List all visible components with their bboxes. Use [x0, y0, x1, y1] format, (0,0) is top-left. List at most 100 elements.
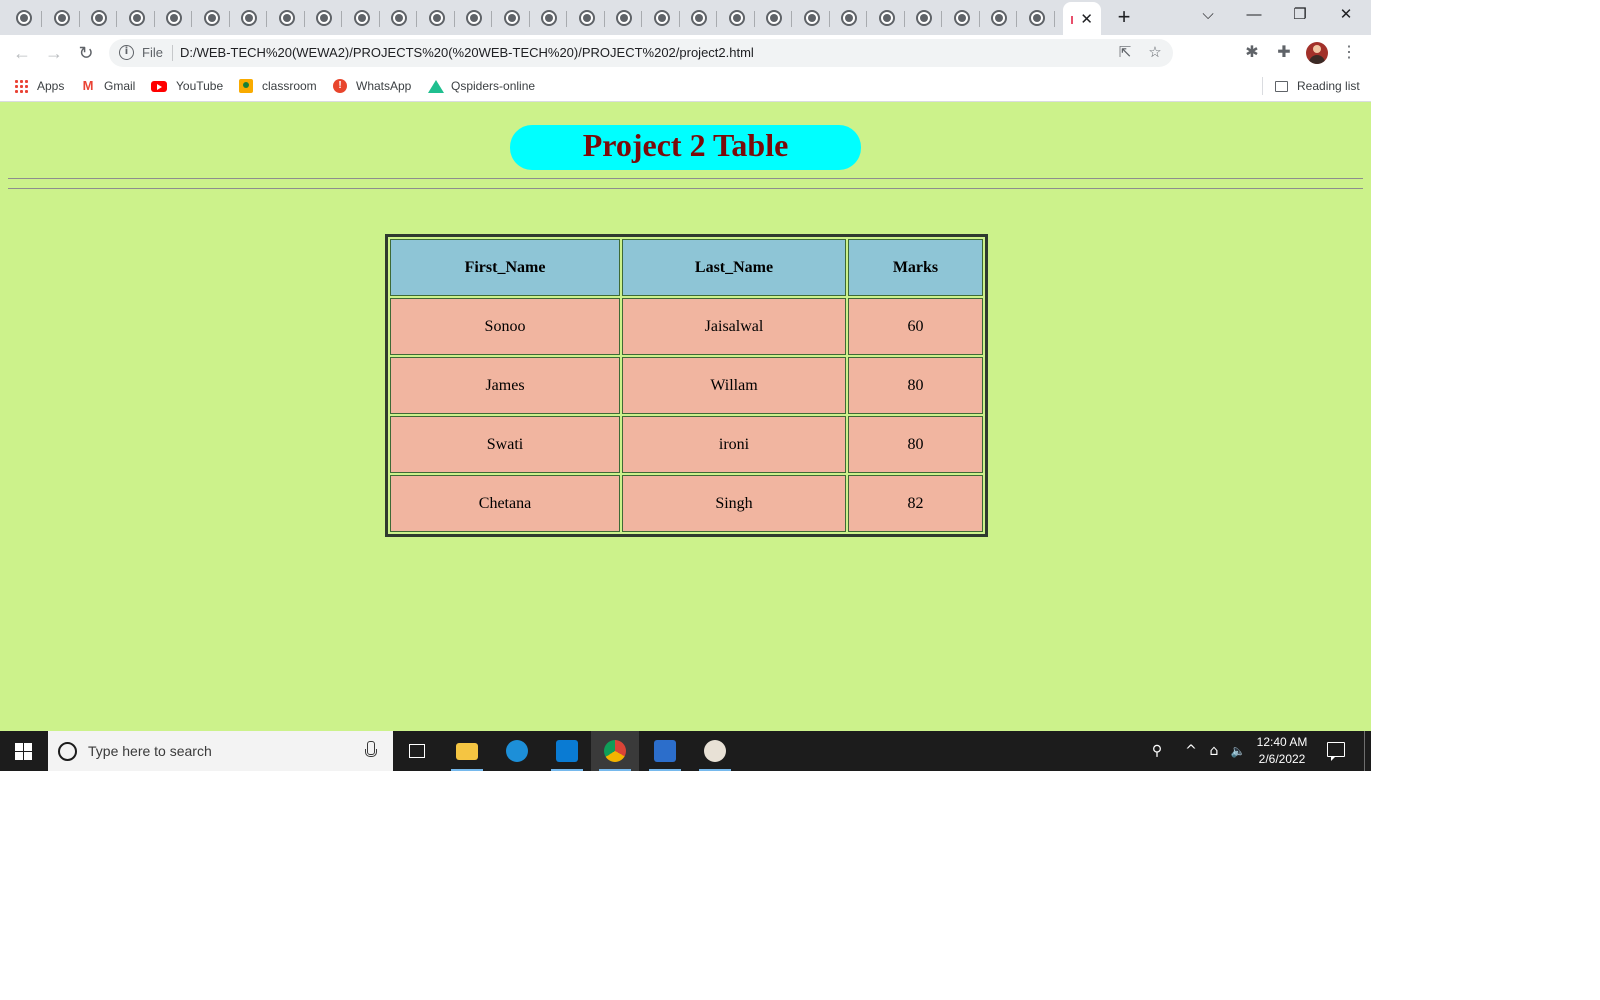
- inactive-tab[interactable]: [44, 4, 80, 32]
- network-icon[interactable]: ⌂: [1205, 742, 1223, 760]
- task-view-icon[interactable]: [393, 731, 441, 771]
- tab-separator: [41, 11, 42, 27]
- extension-bug-icon[interactable]: ✱: [1241, 42, 1263, 64]
- tab-favicon-icon: [53, 10, 70, 26]
- tab-favicon: [1071, 16, 1073, 24]
- chrome-icon[interactable]: [591, 731, 639, 771]
- tab-separator: [641, 11, 642, 27]
- back-button[interactable]: ←: [8, 39, 36, 67]
- tab-favicon-icon: [991, 10, 1007, 26]
- inactive-tab[interactable]: [906, 4, 942, 32]
- tab-favicon-icon: [953, 10, 970, 26]
- inactive-tab[interactable]: [606, 4, 642, 32]
- horizontal-rule: [8, 178, 1363, 189]
- bookmark-apps[interactable]: Apps: [14, 77, 64, 95]
- inactive-tab[interactable]: [944, 4, 980, 32]
- inactive-tab[interactable]: [344, 4, 380, 32]
- inactive-tab[interactable]: [231, 4, 267, 32]
- inactive-tab[interactable]: [756, 4, 792, 32]
- tab-search-button[interactable]: ⌵: [1185, 0, 1231, 30]
- active-tab[interactable]: ✕: [1063, 2, 1101, 35]
- bookmark-whatsapp[interactable]: WhatsApp: [333, 77, 411, 95]
- inactive-tab[interactable]: [81, 4, 117, 32]
- inactive-tab[interactable]: [269, 4, 305, 32]
- microphone-icon[interactable]: [365, 741, 377, 761]
- cell-marks: 82: [848, 475, 983, 532]
- inactive-tab[interactable]: [419, 4, 455, 32]
- people-icon[interactable]: ⚲: [1148, 742, 1166, 760]
- bookmark-label: Gmail: [104, 79, 136, 93]
- close-tab-icon[interactable]: ✕: [1080, 10, 1093, 28]
- bookmark-label: WhatsApp: [356, 79, 412, 93]
- taskbar-search[interactable]: Type here to search: [48, 731, 393, 771]
- bookmark-qspiders[interactable]: Qspiders-online: [428, 77, 535, 95]
- star-icon[interactable]: ☆: [1145, 43, 1165, 63]
- start-button[interactable]: [15, 743, 32, 760]
- bookmark-gmail[interactable]: M Gmail: [81, 77, 136, 95]
- url-text[interactable]: D:/WEB-TECH%20(WEWA2)/PROJECTS%20(%20WEB…: [180, 45, 754, 60]
- inactive-tab[interactable]: [981, 4, 1017, 32]
- tab-favicon-icon: [803, 10, 820, 26]
- address-bar[interactable]: i File D:/WEB-TECH%20(WEWA2)/PROJECTS%20…: [109, 39, 1173, 67]
- bookmark-classroom[interactable]: classroom: [239, 77, 317, 95]
- inactive-tab[interactable]: [1019, 4, 1055, 32]
- cell-last-name: Willam: [622, 357, 846, 414]
- screen: ✕ + ⌵ — ❐ ✕ ← → ↻ i File D:/WEB-TECH%20(…: [0, 0, 1371, 771]
- reading-list-button[interactable]: Reading list: [1262, 77, 1360, 95]
- apps-grid-icon: [14, 79, 28, 93]
- photos-icon[interactable]: [641, 731, 689, 771]
- inactive-tab[interactable]: [381, 4, 417, 32]
- new-tab-button[interactable]: +: [1111, 5, 1137, 31]
- inactive-tab[interactable]: [531, 4, 567, 32]
- close-window-button[interactable]: ✕: [1323, 0, 1369, 30]
- action-center-icon[interactable]: [1327, 742, 1345, 761]
- tab-favicon-icon: [691, 10, 707, 26]
- share-icon[interactable]: ⇱: [1115, 43, 1135, 63]
- inactive-tab[interactable]: [681, 4, 717, 32]
- restore-button[interactable]: ❐: [1277, 0, 1323, 30]
- inactive-tab[interactable]: [119, 4, 155, 32]
- tab-separator: [828, 11, 830, 27]
- page-viewport: Project 2 Table First_Name Last_Name Mar…: [0, 102, 1371, 731]
- site-info-icon[interactable]: i: [119, 45, 134, 60]
- volume-icon[interactable]: 🔈: [1229, 742, 1247, 760]
- inactive-tab[interactable]: [456, 4, 492, 32]
- table-row: James Willam 80: [390, 357, 983, 414]
- tab-favicon-icon: [128, 10, 145, 26]
- inactive-tab[interactable]: [194, 4, 230, 32]
- marks-table-wrapper: First_Name Last_Name Marks Sonoo Jaisalw…: [385, 234, 988, 537]
- clock-date: 2/6/2022: [1258, 752, 1306, 766]
- reload-button[interactable]: ↻: [72, 39, 100, 67]
- tab-separator: [678, 11, 680, 27]
- tab-separator: [528, 11, 530, 27]
- edge-icon[interactable]: [493, 731, 541, 771]
- tab-separator: [1016, 11, 1017, 27]
- tab-favicon-icon: [616, 10, 632, 26]
- show-desktop-button[interactable]: [1364, 731, 1365, 771]
- inactive-tab[interactable]: [569, 4, 605, 32]
- bookmark-youtube[interactable]: YouTube: [151, 77, 223, 95]
- bookmark-label: Qspiders-online: [451, 79, 536, 93]
- show-hidden-icons-chevron[interactable]: ^: [1184, 742, 1198, 760]
- inactive-tab[interactable]: [869, 4, 905, 32]
- vscode-icon[interactable]: [543, 731, 591, 771]
- tab-separator: [228, 11, 230, 27]
- taskbar-clock[interactable]: 12:40 AM 2/6/2022: [1253, 734, 1311, 768]
- inactive-tab[interactable]: [644, 4, 680, 32]
- inactive-tab[interactable]: [794, 4, 830, 32]
- inactive-tab[interactable]: [719, 4, 755, 32]
- inactive-tab[interactable]: [831, 4, 867, 32]
- paint-icon[interactable]: [691, 731, 739, 771]
- avatar[interactable]: [1306, 42, 1328, 64]
- inactive-tab[interactable]: [306, 4, 342, 32]
- puzzle-icon[interactable]: ✚: [1273, 42, 1295, 64]
- forward-button[interactable]: →: [40, 39, 68, 67]
- menu-icon[interactable]: ⋮: [1338, 42, 1360, 64]
- inactive-tab[interactable]: [156, 4, 192, 32]
- file-explorer-icon[interactable]: [443, 731, 491, 771]
- inactive-tab[interactable]: [494, 4, 530, 32]
- cell-marks: 80: [848, 416, 983, 473]
- inactive-tab[interactable]: [6, 4, 42, 32]
- minimize-button[interactable]: —: [1231, 0, 1277, 30]
- tab-separator: [603, 11, 605, 27]
